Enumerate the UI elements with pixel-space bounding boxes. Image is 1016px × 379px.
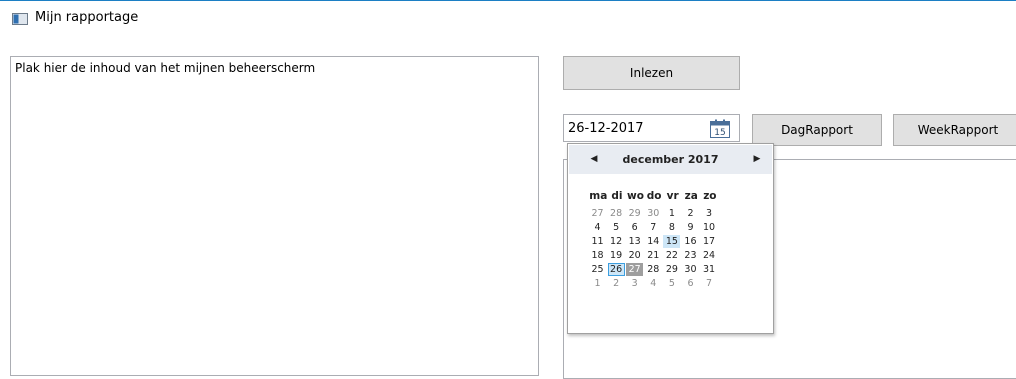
calendar-day[interactable]: 21 <box>645 249 662 262</box>
calendar-day[interactable]: 24 <box>701 249 718 262</box>
date-value[interactable]: 26-12-2017 <box>568 121 644 136</box>
calendar-day[interactable]: 4 <box>645 277 662 290</box>
calendar-day[interactable]: 14 <box>645 235 662 248</box>
calendar-day[interactable]: 1 <box>663 207 680 220</box>
calendar-day[interactable]: 25 <box>589 263 606 276</box>
calendar-day[interactable]: 6 <box>626 221 643 234</box>
calendar-day[interactable]: 4 <box>589 221 606 234</box>
calendar-popup[interactable]: ◀ december 2017 ▶ ma di wo do vr za zo 27 28 29 3… <box>567 143 774 334</box>
calendar-day[interactable]: 12 <box>608 235 625 248</box>
dagrapport-button[interactable]: DagRapport <box>752 114 882 146</box>
calendar-day[interactable]: 27 <box>626 263 644 276</box>
calendar-day[interactable]: 27 <box>589 207 606 220</box>
window-app-icon <box>12 13 28 25</box>
calendar-week-row: 27 28 29 30 1 2 3 <box>589 207 759 221</box>
weekday-label: di <box>611 190 623 202</box>
calendar-week-row: 18 19 20 21 22 23 24 <box>589 249 759 263</box>
calendar-week-row: 25 26 27 28 29 30 31 <box>589 263 759 277</box>
calendar-day[interactable]: 16 <box>682 235 699 248</box>
paste-input[interactable] <box>10 56 539 376</box>
weekday-label: zo <box>703 190 717 202</box>
calendar-day[interactable]: 29 <box>663 263 680 276</box>
calendar-day[interactable]: 17 <box>701 235 718 248</box>
calendar-icon[interactable]: 15 <box>710 119 730 138</box>
calendar-day[interactable]: 8 <box>663 221 680 234</box>
calendar-day[interactable]: 26 <box>607 263 625 276</box>
weekday-label: wo <box>627 190 644 202</box>
calendar-day[interactable]: 2 <box>608 277 625 290</box>
calendar-day[interactable]: 10 <box>701 221 718 234</box>
calendar-day[interactable]: 31 <box>701 263 718 276</box>
calendar-day[interactable]: 30 <box>682 263 699 276</box>
calendar-header: ◀ december 2017 ▶ <box>569 145 772 174</box>
calendar-month-label[interactable]: december 2017 <box>569 153 772 166</box>
date-picker[interactable]: 26-12-2017 15 <box>563 114 740 142</box>
calendar-day[interactable]: 1 <box>589 277 606 290</box>
calendar-day[interactable]: 5 <box>608 221 625 234</box>
calendar-day[interactable]: 29 <box>626 207 643 220</box>
calendar-day[interactable]: 7 <box>645 221 662 234</box>
calendar-day[interactable]: 3 <box>626 277 643 290</box>
calendar-day[interactable]: 22 <box>663 249 680 262</box>
title-bar: Mijn rapportage <box>0 0 1016 34</box>
weekrapport-button[interactable]: WeekRapport <box>893 114 1016 146</box>
calendar-day[interactable]: 18 <box>589 249 606 262</box>
calendar-day[interactable]: 30 <box>645 207 662 220</box>
weekday-label: ma <box>589 190 608 202</box>
calendar-day[interactable]: 7 <box>701 277 718 290</box>
calendar-day[interactable]: 11 <box>589 235 606 248</box>
inlezen-button[interactable]: Inlezen <box>563 56 740 90</box>
calendar-day[interactable]: 9 <box>682 221 699 234</box>
calendar-day[interactable]: 28 <box>608 207 625 220</box>
weekday-label: do <box>646 190 662 202</box>
calendar-day[interactable]: 6 <box>682 277 699 290</box>
calendar-day[interactable]: 5 <box>663 277 680 290</box>
weekday-label: za <box>684 190 698 202</box>
calendar-day[interactable]: 15 <box>663 235 681 248</box>
calendar-day[interactable]: 2 <box>682 207 699 220</box>
calendar-day[interactable]: 19 <box>608 249 625 262</box>
calendar-day[interactable]: 23 <box>682 249 699 262</box>
svg-text:15: 15 <box>714 128 725 138</box>
calendar-day[interactable]: 28 <box>645 263 662 276</box>
calendar-week-row: 11 12 13 14 15 16 17 <box>589 235 759 249</box>
calendar-week-row: 4 5 6 7 8 9 10 <box>589 221 759 235</box>
window-title: Mijn rapportage <box>35 10 139 25</box>
calendar-day[interactable]: 13 <box>626 235 643 248</box>
calendar-grid: 27 28 29 30 1 2 3 4 5 6 7 8 9 10 11 12 13 14 15 16 17 18 19 20 2… <box>589 207 759 291</box>
calendar-weekdays: ma di wo do vr za zo <box>589 190 759 204</box>
calendar-week-row: 1234567 <box>589 277 759 291</box>
calendar-day[interactable]: 20 <box>626 249 643 262</box>
weekday-label: vr <box>666 190 679 202</box>
chevron-right-icon[interactable]: ▶ <box>752 154 762 164</box>
calendar-day[interactable]: 3 <box>701 207 718 220</box>
